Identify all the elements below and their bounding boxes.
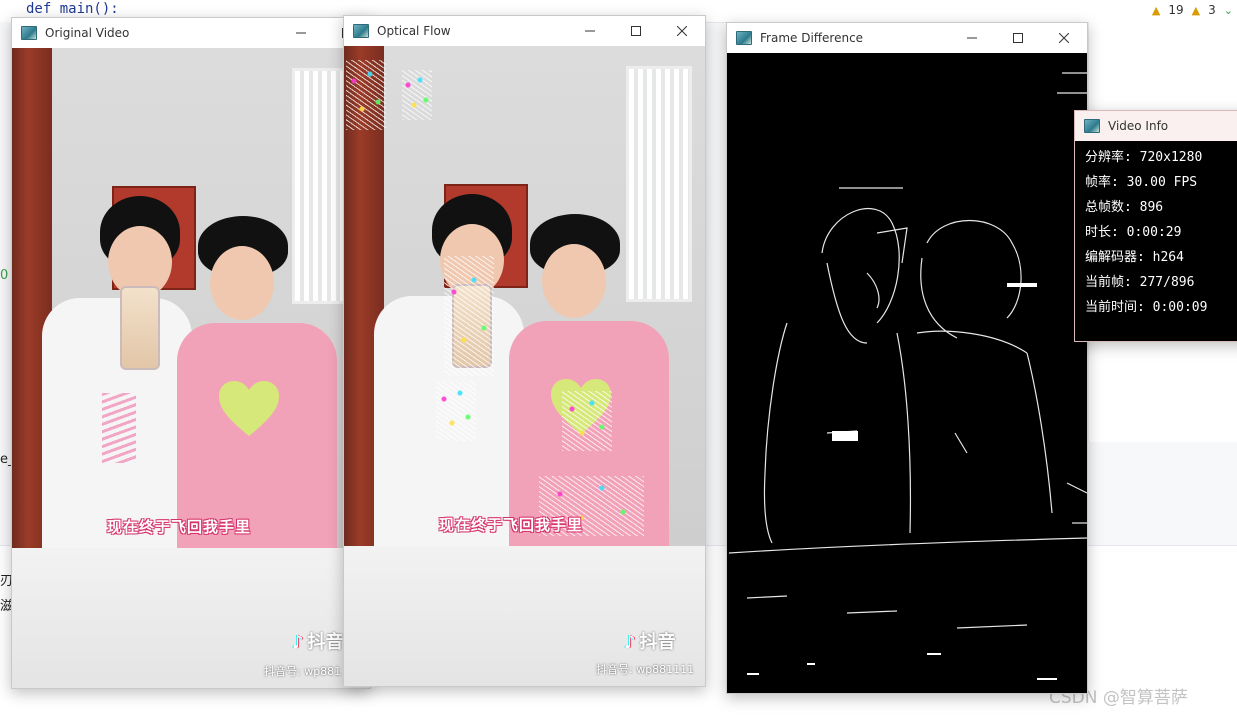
maximize-icon	[1013, 33, 1023, 43]
warning-icon: ▲	[1151, 3, 1161, 17]
minimize-icon	[585, 30, 595, 32]
optical-flow-window[interactable]: Optical Flow 现在终于飞回我手里 ♪ 抖音 抖音号: wp881111	[343, 15, 706, 687]
frame-difference-edges	[728, 72, 1087, 680]
weak-warnings-count: 3	[1208, 3, 1216, 17]
tiktok-id: 抖音号: wp881111	[596, 663, 695, 676]
info-resolution: 分辨率: 720x1280	[1085, 150, 1203, 165]
tiktok-id: 抖音号: wp881	[264, 665, 342, 678]
weak-warning-icon: ▲	[1191, 3, 1201, 17]
window-titlebar[interactable]: Video Info	[1075, 111, 1237, 141]
close-icon	[1059, 33, 1069, 43]
flow-vectors	[346, 60, 386, 130]
window-titlebar[interactable]: Frame Difference	[727, 23, 1087, 53]
close-icon	[677, 26, 687, 36]
opencv-window-icon	[1084, 119, 1100, 133]
warnings-count: 19	[1168, 3, 1184, 17]
video-subtitle: 现在终于飞回我手里	[107, 518, 252, 536]
info-codec: 编解码器: h264	[1085, 250, 1184, 265]
info-current-frame: 当前帧: 277/896	[1085, 275, 1195, 290]
tiktok-icon: ♪	[624, 632, 636, 653]
info-fps: 帧率: 30.00 FPS	[1085, 175, 1198, 190]
window-titlebar[interactable]: Original Video	[12, 18, 370, 48]
tiktok-logo: ♪ 抖音	[624, 632, 676, 653]
window-title: Video Info	[1108, 119, 1169, 133]
tiktok-icon: ♪	[292, 632, 304, 653]
minimize-icon	[296, 32, 306, 34]
info-total-frames: 总帧数: 896	[1085, 200, 1164, 215]
close-button[interactable]	[1041, 23, 1087, 53]
info-duration: 时长: 0:00:29	[1085, 225, 1182, 240]
original-video-frame: 现在终于飞回我手里 ♪ 抖音 抖音号: wp881	[12, 48, 370, 688]
maximize-icon	[631, 26, 641, 36]
flow-vectors	[436, 381, 476, 441]
frame-difference-frame	[727, 53, 1087, 693]
inspection-widget[interactable]: ▲ 19 ▲ 3 ⌄	[1152, 1, 1233, 19]
minimize-button[interactable]	[949, 23, 995, 53]
video-info-window[interactable]: Video Info 分辨率: 720x1280 帧率: 30.00 FPS 总…	[1074, 110, 1237, 342]
window-title: Frame Difference	[760, 31, 864, 45]
ide-run-marker: 0	[0, 268, 9, 283]
flow-vectors	[402, 70, 432, 120]
chevron-down-icon[interactable]: ⌄	[1224, 4, 1233, 17]
frame-difference-window[interactable]: Frame Difference	[726, 22, 1088, 694]
close-button[interactable]	[659, 16, 705, 46]
opencv-window-icon	[736, 31, 752, 45]
minimize-button[interactable]	[278, 18, 324, 48]
opencv-window-icon	[21, 26, 37, 40]
original-video-window[interactable]: Original Video 现在终于飞回我手里 ♪ 抖音 抖音号: wp881	[11, 17, 371, 689]
flow-vectors	[562, 391, 612, 451]
minimize-icon	[967, 37, 977, 39]
minimize-button[interactable]	[567, 16, 613, 46]
maximize-button[interactable]	[613, 16, 659, 46]
info-current-time: 当前时间: 0:00:09	[1085, 300, 1208, 315]
flow-vectors	[444, 256, 494, 376]
video-subtitle: 现在终于飞回我手里	[439, 516, 584, 534]
tiktok-logo: ♪ 抖音	[292, 632, 344, 653]
optical-flow-frame: 现在终于飞回我手里 ♪ 抖音 抖音号: wp881111	[344, 46, 705, 686]
window-title: Optical Flow	[377, 24, 451, 38]
maximize-button[interactable]	[995, 23, 1041, 53]
window-titlebar[interactable]: Optical Flow	[344, 16, 705, 46]
window-title: Original Video	[45, 26, 130, 40]
video-info-panel: 分辨率: 720x1280 帧率: 30.00 FPS 总帧数: 896 时长:…	[1075, 141, 1237, 341]
opencv-window-icon	[353, 24, 369, 38]
